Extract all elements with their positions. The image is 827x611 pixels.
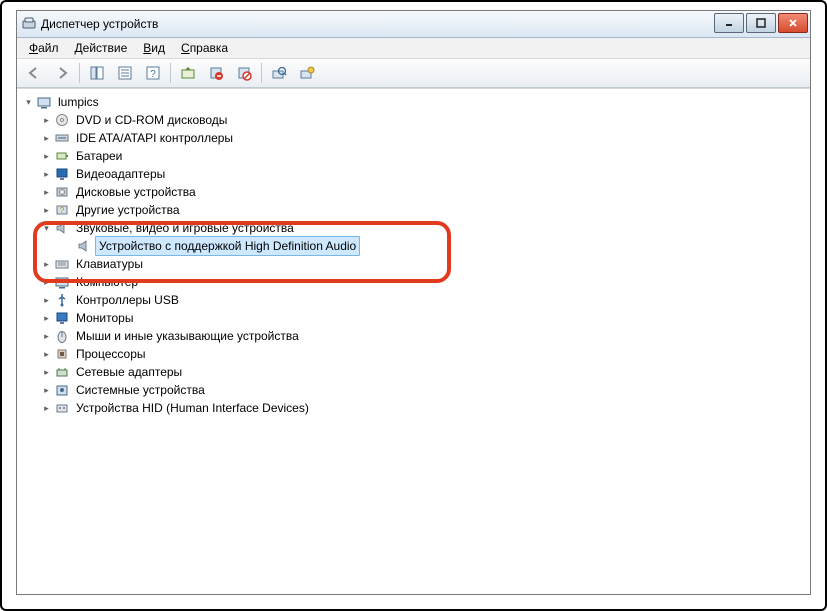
tree-item-label: Клавиатуры (74, 255, 145, 273)
device-tree[interactable]: ▾ lumpics ▸ DVD и CD-ROM дисководы ▸ IDE AT… (17, 88, 810, 594)
expander-icon[interactable]: ▾ (41, 223, 52, 234)
expander-icon[interactable]: ▸ (41, 115, 52, 126)
show-hide-tree-button[interactable] (84, 60, 110, 86)
usb-icon (54, 292, 70, 308)
disc-icon (54, 112, 70, 128)
tree-item-label: Мониторы (74, 309, 135, 327)
tree-item-label: IDE ATA/ATAPI контроллеры (74, 129, 235, 147)
tree-item-label: Видеоадаптеры (74, 165, 167, 183)
mouse-icon (54, 328, 70, 344)
expander-icon[interactable]: ▸ (41, 403, 52, 414)
tree-item[interactable]: ▸ Процессоры (17, 345, 810, 363)
speaker-icon (54, 220, 70, 236)
expander-icon[interactable]: ▸ (41, 295, 52, 306)
device-manager-window: Диспетчер устройств Файл Действие Вид Сп… (16, 10, 811, 595)
tree-item[interactable]: ▸? Другие устройства (17, 201, 810, 219)
expander-icon[interactable]: ▸ (41, 277, 52, 288)
tree-item-label: Сетевые адаптеры (74, 363, 184, 381)
expander-icon[interactable]: ▸ (41, 133, 52, 144)
svg-text:?: ? (60, 206, 65, 215)
add-legacy-button[interactable] (294, 60, 320, 86)
unknown-icon: ? (54, 202, 70, 218)
tree-item[interactable]: ▸ DVD и CD-ROM дисководы (17, 111, 810, 129)
tree-item[interactable]: ▸ Компьютер (17, 273, 810, 291)
expander-icon[interactable]: ▸ (41, 313, 52, 324)
back-button[interactable] (21, 60, 47, 86)
close-button[interactable] (778, 13, 808, 33)
ide-icon (54, 130, 70, 146)
tree-item[interactable]: ▸ Клавиатуры (17, 255, 810, 273)
menu-action[interactable]: Действие (69, 39, 134, 57)
expander-icon[interactable]: ▸ (41, 259, 52, 270)
tree-item[interactable]: ▸ Контроллеры USB (17, 291, 810, 309)
battery-icon (54, 148, 70, 164)
menu-file[interactable]: Файл (23, 39, 65, 57)
tree-item-label: Компьютер (74, 273, 140, 291)
tree-item-label: Мыши и иные указывающие устройства (74, 327, 301, 345)
menu-view[interactable]: Вид (137, 39, 171, 57)
speaker-icon (76, 238, 92, 254)
tree-item[interactable]: ▸ Видеоадаптеры (17, 165, 810, 183)
tree-item[interactable]: ▸ Устройства HID (Human Interface Devices… (17, 399, 810, 417)
tree-root-label: lumpics (56, 93, 101, 111)
tree-item[interactable]: ▸ Дисковые устройства (17, 183, 810, 201)
computer-icon (54, 274, 70, 290)
expander-icon[interactable]: ▸ (41, 367, 52, 378)
tree-item-label: Процессоры (74, 345, 148, 363)
window-title: Диспетчер устройств (41, 17, 158, 31)
keyboard-icon (54, 256, 70, 272)
display-icon (54, 166, 70, 182)
tree-item-label: DVD и CD-ROM дисководы (74, 111, 229, 129)
disable-button[interactable] (231, 60, 257, 86)
properties-button[interactable] (112, 60, 138, 86)
tree-item[interactable]: ▸ Батареи (17, 147, 810, 165)
expander-icon[interactable]: ▾ (23, 97, 34, 108)
help-button[interactable]: ? (140, 60, 166, 86)
monitor-icon (54, 310, 70, 326)
menubar: Файл Действие Вид Справка (17, 38, 810, 59)
tree-item[interactable]: ▸ IDE ATA/ATAPI контроллеры (17, 129, 810, 147)
maximize-button[interactable] (746, 13, 776, 33)
tree-item-label: Контроллеры USB (74, 291, 181, 309)
scan-hardware-button[interactable] (266, 60, 292, 86)
forward-button[interactable] (49, 60, 75, 86)
tree-item-label: Системные устройства (74, 381, 207, 399)
computer-icon (36, 94, 52, 110)
tree-item[interactable]: ▸ Системные устройства (17, 381, 810, 399)
tree-item[interactable]: ▸ Мыши и иные указывающие устройства (17, 327, 810, 345)
expander-icon[interactable]: ▸ (41, 151, 52, 162)
expander-icon[interactable]: ▸ (41, 205, 52, 216)
tree-item[interactable]: ▸ Сетевые адаптеры (17, 363, 810, 381)
expander-icon[interactable]: ▸ (41, 331, 52, 342)
expander-icon[interactable]: ▸ (41, 169, 52, 180)
tree-category-audio[interactable]: ▾ Звуковые, видео и игровые устройства (17, 219, 810, 237)
expander-icon[interactable]: ▸ (41, 385, 52, 396)
svg-text:?: ? (150, 69, 156, 80)
cpu-icon (54, 346, 70, 362)
menu-help[interactable]: Справка (175, 39, 234, 57)
expander-icon[interactable]: ▸ (41, 349, 52, 360)
tree-item-label: Батареи (74, 147, 124, 165)
tree-item-label: Другие устройства (74, 201, 182, 219)
tree-item[interactable]: ▸ Мониторы (17, 309, 810, 327)
system-icon (54, 382, 70, 398)
disk-icon (54, 184, 70, 200)
update-driver-button[interactable] (175, 60, 201, 86)
tree-device-hd-audio[interactable]: ▸ Устройство с поддержкой High Definitio… (17, 237, 810, 255)
expander-icon[interactable]: ▸ (41, 187, 52, 198)
tree-item-label: Устройства HID (Human Interface Devices) (74, 399, 311, 417)
tree-item-label: Звуковые, видео и игровые устройства (74, 219, 296, 237)
tree-item-label: Устройство с поддержкой High Definition … (95, 236, 360, 256)
app-icon (21, 16, 37, 32)
titlebar: Диспетчер устройств (17, 11, 810, 38)
network-icon (54, 364, 70, 380)
minimize-button[interactable] (714, 13, 744, 33)
hid-icon (54, 400, 70, 416)
tree-root[interactable]: ▾ lumpics (17, 93, 810, 111)
uninstall-button[interactable] (203, 60, 229, 86)
tree-item-label: Дисковые устройства (74, 183, 198, 201)
toolbar: ? (17, 59, 810, 88)
